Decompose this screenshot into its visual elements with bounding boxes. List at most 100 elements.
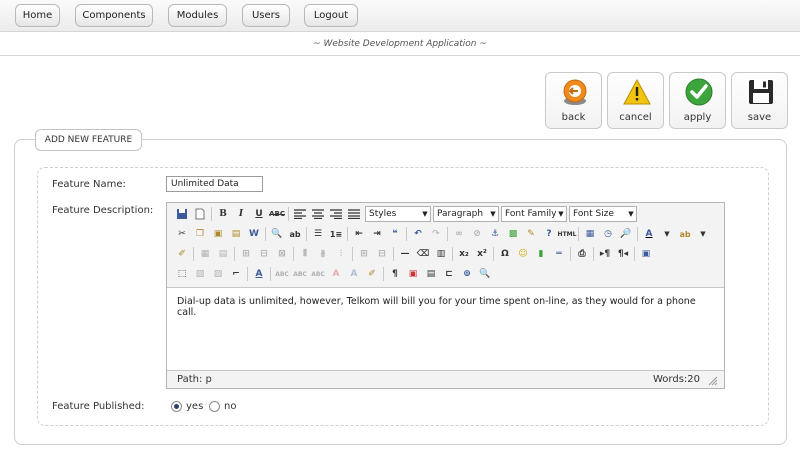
- nav-users[interactable]: Users: [242, 4, 290, 27]
- feature-name-input[interactable]: [166, 176, 263, 192]
- floppy-disk-icon: [749, 80, 773, 104]
- anchor-icon[interactable]: ⚓: [488, 227, 502, 241]
- align-left-icon[interactable]: [293, 207, 307, 221]
- help-icon[interactable]: ?: [542, 227, 556, 241]
- col-after-icon[interactable]: ⫵: [316, 247, 330, 261]
- insert-layer-icon[interactable]: ⬚: [175, 267, 189, 281]
- paste-text-icon[interactable]: ▤: [229, 227, 243, 241]
- published-yes-radio[interactable]: [171, 401, 182, 412]
- align-center-icon[interactable]: [311, 207, 325, 221]
- abbr-icon[interactable]: ABC: [293, 267, 307, 281]
- new-document-icon[interactable]: [193, 207, 207, 221]
- row-after-icon[interactable]: ⊟: [257, 247, 271, 261]
- delete-col-icon[interactable]: ⫶: [334, 247, 348, 261]
- italic-icon[interactable]: I: [234, 207, 248, 221]
- acronym-icon[interactable]: ABC: [311, 267, 325, 281]
- cancel-button[interactable]: cancel: [607, 72, 664, 129]
- underline-icon[interactable]: U: [252, 207, 266, 221]
- visual-chars-icon[interactable]: ¶: [388, 267, 402, 281]
- redo-icon[interactable]: ↷: [429, 227, 443, 241]
- highlight-color-icon[interactable]: ab: [678, 227, 692, 241]
- apply-button[interactable]: apply: [669, 72, 726, 129]
- edit-css-icon[interactable]: ✐: [175, 247, 189, 261]
- special-char-icon[interactable]: Ω: [498, 247, 512, 261]
- delete-row-icon[interactable]: ⊠: [275, 247, 289, 261]
- preview-icon[interactable]: 🔎: [619, 227, 633, 241]
- visual-aid-icon[interactable]: ▥: [434, 247, 448, 261]
- image-icon[interactable]: ▩: [506, 227, 520, 241]
- copy-icon[interactable]: ❐: [193, 227, 207, 241]
- move-forward-icon[interactable]: ▧: [193, 267, 207, 281]
- replace-icon[interactable]: ab: [288, 227, 302, 241]
- paste-icon[interactable]: ▣: [211, 227, 225, 241]
- nav-home[interactable]: Home: [15, 4, 60, 27]
- insert-date-icon[interactable]: ▦: [583, 227, 597, 241]
- undo-icon[interactable]: ↶: [411, 227, 425, 241]
- table-icon[interactable]: ▦: [198, 247, 212, 261]
- back-button[interactable]: back: [545, 72, 602, 129]
- split-cells-icon[interactable]: ⊞: [357, 247, 371, 261]
- superscript-icon[interactable]: x²: [475, 247, 489, 261]
- nav-components[interactable]: Components: [75, 4, 153, 27]
- font-family-select[interactable]: Font Family ▼: [501, 206, 567, 222]
- cut-icon[interactable]: ✂: [175, 227, 189, 241]
- table-props-icon[interactable]: ▤: [216, 247, 230, 261]
- del-icon[interactable]: A: [329, 267, 343, 281]
- cleanup-icon[interactable]: ✎: [524, 227, 538, 241]
- ltr-icon[interactable]: ▸¶: [598, 247, 612, 261]
- move-backward-icon[interactable]: ▨: [211, 267, 225, 281]
- nav-modules[interactable]: Modules: [168, 4, 227, 27]
- save-button[interactable]: save: [731, 72, 788, 129]
- absolute-position-icon[interactable]: ⌐: [229, 267, 243, 281]
- col-before-icon[interactable]: ⫴: [298, 247, 312, 261]
- strikethrough-icon[interactable]: ABC: [269, 207, 285, 221]
- row-before-icon[interactable]: ⊞: [239, 247, 253, 261]
- attribs-icon[interactable]: ✐: [365, 267, 379, 281]
- align-right-icon[interactable]: [329, 207, 343, 221]
- cite-icon[interactable]: ABC: [275, 267, 289, 281]
- merge-cells-icon[interactable]: ⊟: [375, 247, 389, 261]
- resize-handle-icon[interactable]: [708, 376, 718, 386]
- blockquote-icon[interactable]: ❝: [388, 227, 402, 241]
- emoticon-icon[interactable]: ☺: [516, 247, 530, 261]
- chevron-down-icon[interactable]: ▼: [660, 227, 674, 241]
- editor-content[interactable]: Dial-up data is unlimited, however, Telk…: [167, 287, 724, 371]
- nav-logout[interactable]: Logout: [304, 4, 358, 27]
- remove-format-icon[interactable]: ⌫: [416, 247, 430, 261]
- fullscreen-icon[interactable]: ▣: [639, 247, 653, 261]
- insert-time-icon[interactable]: ◷: [601, 227, 615, 241]
- find-icon[interactable]: 🔍: [270, 227, 284, 241]
- format-select[interactable]: Paragraph ▼: [433, 206, 499, 222]
- print-icon[interactable]: ⎙: [575, 247, 589, 261]
- rtl-icon[interactable]: ¶◂: [616, 247, 630, 261]
- chevron-down-icon[interactable]: ▼: [696, 227, 710, 241]
- numbered-list-icon[interactable]: 1≡: [329, 227, 343, 241]
- nbsp-icon[interactable]: ▣: [406, 267, 420, 281]
- link-icon[interactable]: ∞: [452, 227, 466, 241]
- published-no-radio[interactable]: [209, 401, 220, 412]
- toolbar-separator: [270, 267, 271, 281]
- advanced-hr-icon[interactable]: ═: [552, 247, 566, 261]
- template-icon[interactable]: ▤: [424, 267, 438, 281]
- align-justify-icon[interactable]: [347, 207, 361, 221]
- styles-select[interactable]: Styles ▼: [365, 206, 431, 222]
- pagebreak-icon[interactable]: ⊏: [442, 267, 456, 281]
- subscript-icon[interactable]: x₂: [457, 247, 471, 261]
- insert-file-icon[interactable]: ⊚: [460, 267, 474, 281]
- indent-icon[interactable]: ⇥: [370, 227, 384, 241]
- paste-word-icon[interactable]: W: [247, 227, 261, 241]
- html-source-icon[interactable]: HTML: [558, 227, 577, 241]
- save-doc-icon[interactable]: [175, 207, 189, 221]
- bullet-list-icon[interactable]: ☰: [311, 227, 325, 241]
- text-color-icon[interactable]: A: [642, 227, 656, 241]
- bold-icon[interactable]: B: [216, 207, 230, 221]
- unlink-icon[interactable]: ⊘: [470, 227, 484, 241]
- ins-icon[interactable]: A: [347, 267, 361, 281]
- zoom-icon[interactable]: 🔍: [478, 267, 492, 281]
- font-size-select[interactable]: Font Size ▼: [569, 206, 637, 222]
- media-icon[interactable]: ▮: [534, 247, 548, 261]
- toolbar-separator: [447, 227, 448, 241]
- outdent-icon[interactable]: ⇤: [352, 227, 366, 241]
- horizontal-rule-icon[interactable]: —: [398, 247, 412, 261]
- styleprops-icon[interactable]: A: [252, 267, 266, 281]
